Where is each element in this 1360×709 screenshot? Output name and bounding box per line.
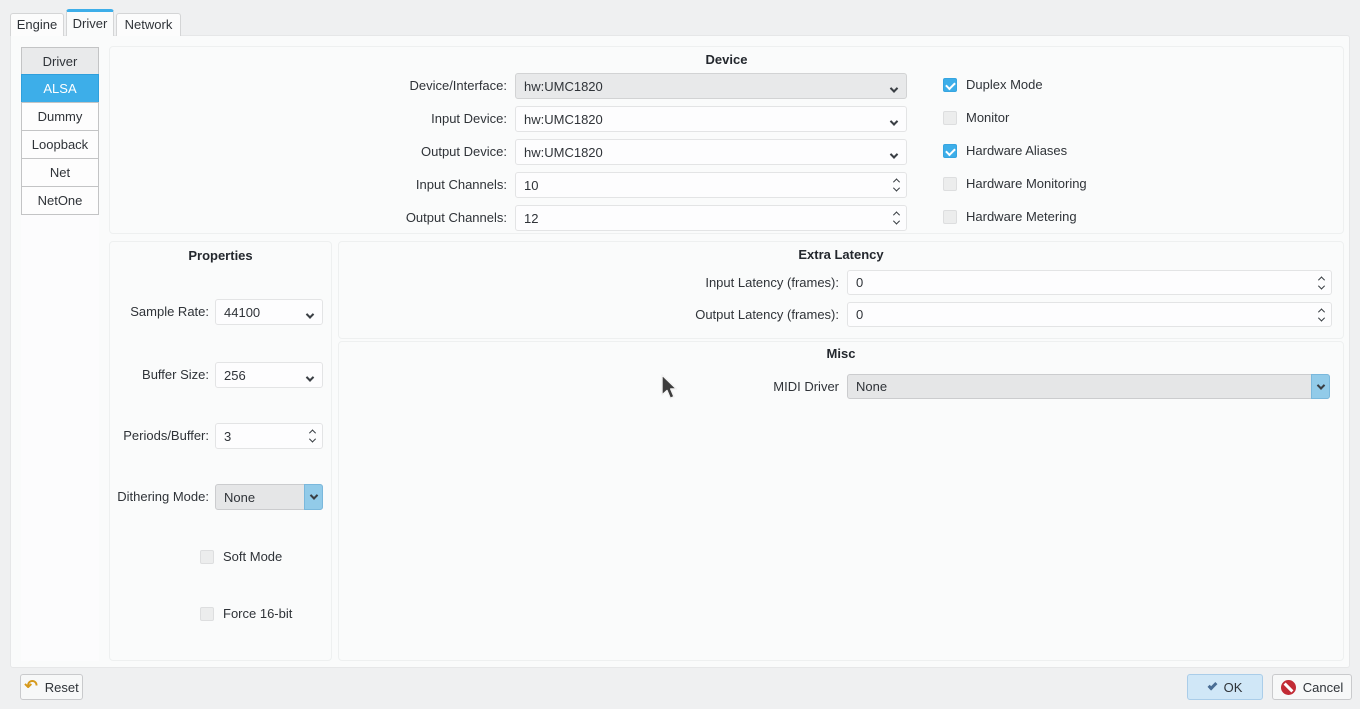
hardware-aliases-checkbox[interactable]: Hardware Aliases	[943, 144, 1087, 158]
extra-latency-group-title: Extra Latency	[798, 247, 884, 262]
checkbox-icon[interactable]	[943, 210, 957, 224]
driver-item-alsa[interactable]: ALSA	[21, 74, 99, 103]
spinner-arrows-icon[interactable]	[308, 424, 317, 448]
device-interface-label: Device/Interface:	[409, 78, 507, 93]
checkbox-icon[interactable]	[200, 607, 214, 621]
driver-item-loopback[interactable]: Loopback	[21, 130, 99, 159]
driver-item-dummy[interactable]: Dummy	[21, 102, 99, 131]
force-16bit-checkbox[interactable]: Force 16-bit	[200, 607, 292, 621]
device-group-title: Device	[705, 52, 748, 67]
soft-mode-checkbox[interactable]: Soft Mode	[200, 550, 282, 564]
undo-icon: ↶	[24, 678, 38, 695]
driver-item-netone[interactable]: NetOne	[21, 186, 99, 215]
input-latency-spinbox[interactable]: 0	[847, 270, 1332, 295]
device-interface-combo[interactable]: hw:UMC1820	[515, 73, 907, 99]
spinner-arrows-icon[interactable]	[892, 206, 901, 230]
no-entry-icon	[1280, 679, 1296, 695]
sample-rate-combo[interactable]: 44100	[215, 299, 323, 325]
checkbox-icon[interactable]	[943, 78, 957, 92]
output-channels-label: Output Channels:	[405, 210, 507, 225]
tab-engine[interactable]: Engine	[10, 13, 64, 36]
output-latency-label: Output Latency (frames):	[695, 307, 839, 322]
chevron-down-icon	[305, 370, 315, 385]
output-latency-spinbox[interactable]: 0	[847, 302, 1332, 327]
buffer-size-label: Buffer Size:	[142, 367, 209, 382]
tab-network[interactable]: Network	[116, 13, 181, 36]
tab-driver[interactable]: Driver	[66, 9, 114, 36]
chevron-down-icon	[889, 114, 899, 129]
device-group: Device Device/Interface: hw:UMC1820 Inpu…	[109, 46, 1344, 234]
chevron-down-icon	[305, 307, 315, 322]
chevron-down-icon	[889, 147, 899, 162]
dithering-mode-combo[interactable]: None	[215, 484, 323, 510]
dithering-mode-label: Dithering Mode:	[117, 489, 209, 504]
mouse-cursor	[661, 374, 678, 399]
properties-group-title: Properties	[188, 248, 253, 263]
check-icon	[1207, 680, 1218, 690]
extra-latency-group: Extra Latency Input Latency (frames): 0 …	[338, 241, 1344, 339]
output-channels-spinbox[interactable]: 12	[515, 205, 907, 231]
sample-rate-label: Sample Rate:	[130, 304, 209, 319]
chevron-down-icon[interactable]	[1311, 374, 1330, 399]
checkbox-icon[interactable]	[943, 111, 957, 125]
monitor-checkbox[interactable]: Monitor	[943, 111, 1087, 125]
properties-group: Properties Sample Rate: 44100 Buffer Siz…	[109, 241, 332, 661]
input-device-label: Input Device:	[431, 111, 507, 126]
spinner-arrows-icon[interactable]	[1317, 271, 1326, 294]
midi-driver-combo[interactable]: None	[847, 374, 1330, 399]
output-device-label: Output Device:	[421, 144, 507, 159]
checkbox-icon[interactable]	[943, 177, 957, 191]
chevron-down-icon	[889, 81, 899, 96]
driver-item-net[interactable]: Net	[21, 158, 99, 187]
spinner-arrows-icon[interactable]	[892, 173, 901, 197]
misc-group: Misc MIDI Driver None	[338, 341, 1344, 661]
checkbox-icon[interactable]	[943, 144, 957, 158]
driver-tab-page: Driver ALSA Dummy Loopback Net NetOne De…	[10, 35, 1350, 668]
input-channels-label: Input Channels:	[415, 177, 507, 192]
spinner-arrows-icon[interactable]	[1317, 303, 1326, 326]
driver-list-header: Driver	[21, 47, 99, 75]
driver-list: Driver ALSA Dummy Loopback Net NetOne	[21, 47, 99, 661]
misc-group-title: Misc	[826, 346, 856, 361]
reset-button[interactable]: ↶ Reset	[20, 674, 83, 700]
cancel-button[interactable]: Cancel	[1272, 674, 1352, 700]
input-channels-spinbox[interactable]: 10	[515, 172, 907, 198]
hardware-metering-checkbox[interactable]: Hardware Metering	[943, 210, 1087, 224]
checkbox-icon[interactable]	[200, 550, 214, 564]
chevron-down-icon[interactable]	[304, 484, 323, 510]
ok-button[interactable]: OK	[1187, 674, 1263, 700]
periods-buffer-spinbox[interactable]: 3	[215, 423, 323, 449]
input-latency-label: Input Latency (frames):	[705, 275, 839, 290]
midi-driver-label: MIDI Driver	[773, 379, 839, 394]
duplex-mode-checkbox[interactable]: Duplex Mode	[943, 78, 1087, 92]
periods-buffer-label: Periods/Buffer:	[123, 428, 209, 443]
hardware-monitoring-checkbox[interactable]: Hardware Monitoring	[943, 177, 1087, 191]
output-device-combo[interactable]: hw:UMC1820	[515, 139, 907, 165]
input-device-combo[interactable]: hw:UMC1820	[515, 106, 907, 132]
buffer-size-combo[interactable]: 256	[215, 362, 323, 388]
